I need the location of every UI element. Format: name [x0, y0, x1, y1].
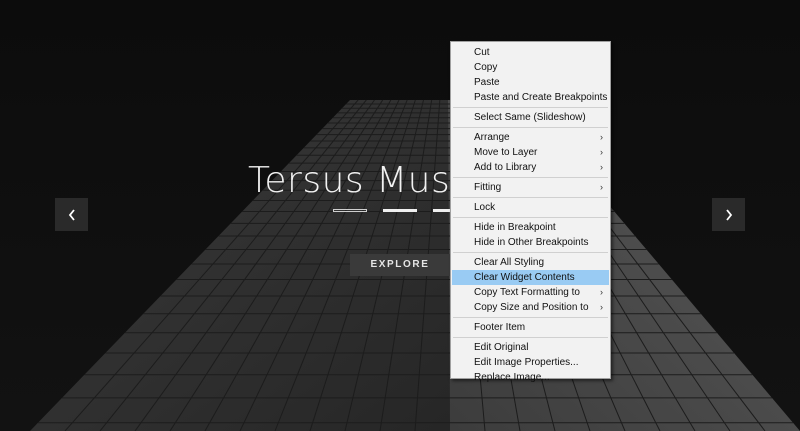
slide-title: Tersus Muse [248, 160, 473, 201]
chevron-right-icon [725, 208, 732, 221]
menu-item-label: Clear Widget Contents [474, 272, 575, 283]
building-photo [0, 0, 800, 431]
submenu-arrow-icon: › [600, 182, 603, 192]
menu-item-copy[interactable]: Copy [452, 60, 609, 75]
menu-item-arrange[interactable]: Arrange › [452, 130, 609, 145]
menu-item-cut[interactable]: Cut [452, 45, 609, 60]
menu-separator [453, 127, 608, 128]
menu-item-edit-original[interactable]: Edit Original [452, 340, 609, 355]
menu-item-label: Add to Library [474, 162, 537, 173]
menu-item-label: Copy Size and Position to [474, 302, 589, 313]
menu-item-label: Select Same (Slideshow) [474, 112, 586, 123]
menu-item-label: Move to Layer [474, 147, 538, 158]
menu-item-hide-in-breakpoint[interactable]: Hide in Breakpoint [452, 220, 609, 235]
menu-separator [453, 197, 608, 198]
menu-item-label: Replace Image... [474, 372, 550, 383]
menu-item-clear-all-styling[interactable]: Clear All Styling [452, 255, 609, 270]
menu-item-paste[interactable]: Paste [452, 75, 609, 90]
explore-button[interactable]: EXPLORE [350, 254, 450, 276]
menu-item-copy-text-formatting-to[interactable]: Copy Text Formatting to › [452, 285, 609, 300]
menu-item-label: Paste [474, 77, 500, 88]
menu-separator [453, 217, 608, 218]
context-menu: Cut Copy Paste Paste and Create Breakpoints… [450, 41, 611, 383]
menu-item-label: Arrange [474, 132, 510, 143]
menu-item-edit-image-properties[interactable]: Edit Image Properties... [452, 355, 609, 370]
menu-item-clear-widget-contents[interactable]: Clear Widget Contents [452, 270, 609, 285]
menu-item-label: Copy [474, 62, 498, 73]
menu-item-label: Hide in Other Breakpoints [474, 237, 589, 248]
submenu-arrow-icon: › [600, 162, 603, 172]
menu-item-label: Lock [474, 202, 496, 213]
menu-item-move-to-layer[interactable]: Move to Layer › [452, 145, 609, 160]
slide-indicator-active[interactable] [383, 209, 417, 212]
menu-item-label: Clear All Styling [474, 257, 545, 268]
menu-item-label: Paste and Create Breakpoints [474, 92, 608, 103]
menu-separator [453, 107, 608, 108]
menu-item-label: Fitting [474, 182, 502, 193]
submenu-arrow-icon: › [600, 147, 603, 157]
next-slide-button[interactable] [712, 198, 745, 231]
menu-separator [453, 337, 608, 338]
menu-item-label: Footer Item [474, 322, 526, 333]
chevron-left-icon [68, 208, 75, 221]
menu-item-fitting[interactable]: Fitting › [452, 180, 609, 195]
menu-item-paste-and-create-breakpoints[interactable]: Paste and Create Breakpoints [452, 90, 609, 105]
menu-item-select-same-slideshow[interactable]: Select Same (Slideshow) [452, 110, 609, 125]
menu-item-footer-item[interactable]: Footer Item [452, 320, 609, 335]
menu-separator [453, 317, 608, 318]
menu-separator [453, 177, 608, 178]
menu-item-add-to-library[interactable]: Add to Library › [452, 160, 609, 175]
menu-item-hide-in-other-breakpoints[interactable]: Hide in Other Breakpoints [452, 235, 609, 250]
submenu-arrow-icon: › [600, 302, 603, 312]
menu-item-label: Hide in Breakpoint [474, 222, 556, 233]
slide-indicator[interactable] [333, 209, 367, 212]
prev-slide-button[interactable] [55, 198, 88, 231]
menu-item-label: Copy Text Formatting to [474, 287, 580, 298]
slideshow[interactable]: Tersus Muse EXPLORE [0, 0, 800, 431]
menu-item-label: Cut [474, 47, 490, 58]
menu-item-lock[interactable]: Lock [452, 200, 609, 215]
submenu-arrow-icon: › [600, 287, 603, 297]
menu-separator [453, 252, 608, 253]
menu-item-label: Edit Image Properties... [474, 357, 579, 368]
submenu-arrow-icon: › [600, 132, 603, 142]
menu-item-label: Edit Original [474, 342, 529, 353]
menu-item-replace-image[interactable]: Replace Image... [452, 370, 609, 385]
menu-item-copy-size-and-position-to[interactable]: Copy Size and Position to › [452, 300, 609, 315]
